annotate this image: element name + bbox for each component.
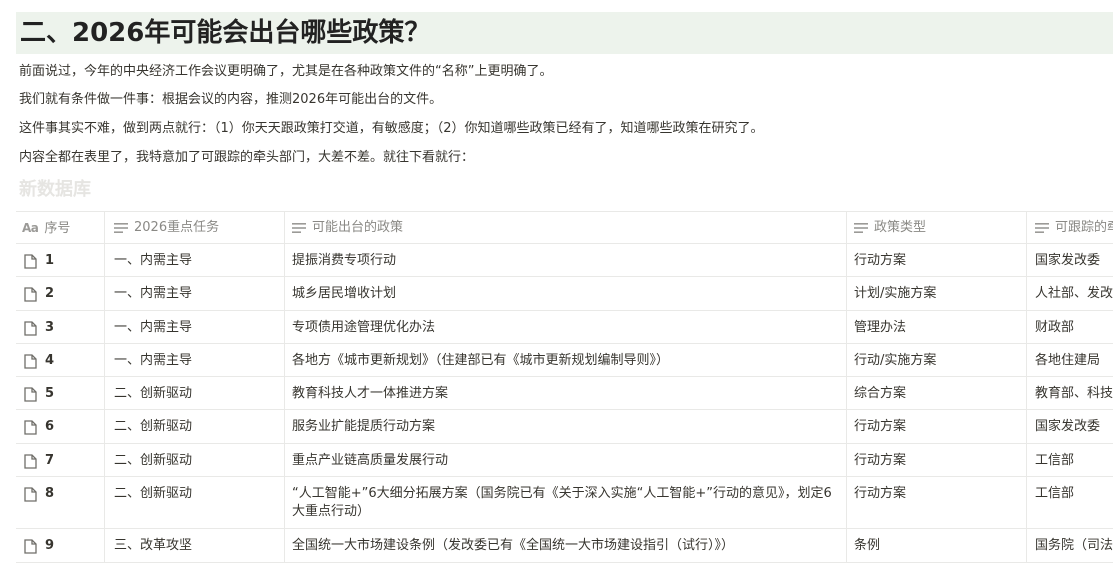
cell-policy[interactable]: 专项债用途管理优化办法 [285, 311, 847, 343]
text-property-icon [292, 222, 306, 233]
cell-type[interactable]: 综合方案 [847, 377, 1027, 409]
column-header-dept[interactable]: 可跟踪的牵头部门 [1027, 212, 1113, 243]
cell-task[interactable]: 三、改革攻坚 [105, 529, 285, 562]
cell-dept[interactable]: 工信部 [1027, 444, 1113, 476]
cell-num[interactable]: 3 [16, 311, 105, 343]
cell-dept[interactable]: 国家发改委 [1027, 410, 1113, 443]
column-header-type[interactable]: 政策类型 [847, 212, 1027, 243]
title-property-icon: Aa [22, 221, 39, 235]
database-title[interactable]: 新数据库 [19, 178, 91, 202]
cell-num[interactable]: 7 [16, 444, 105, 476]
cell-policy[interactable]: 重点产业链高质量发展行动 [285, 444, 847, 476]
cell-policy[interactable]: 全国统一大市场建设条例（发改委已有《全国统一大市场建设指引（试行）》） [285, 529, 847, 562]
table-row[interactable]: 3 一、内需主导 专项债用途管理优化办法 管理办法 财政部 [16, 311, 1113, 344]
cell-task[interactable]: 一、内需主导 [105, 277, 285, 310]
text-property-icon [114, 222, 128, 233]
column-header-policy[interactable]: 可能出台的政策 [285, 212, 847, 243]
table-header-row: Aa 序号 2026重点任务 可能出台的政策 政策类型 可跟踪的牵头部门 [16, 211, 1113, 244]
column-header-num[interactable]: Aa 序号 [16, 212, 105, 243]
page-icon [24, 386, 37, 402]
cell-policy[interactable]: 服务业扩能提质行动方案 [285, 410, 847, 443]
column-header-label: 政策类型 [874, 220, 927, 235]
table-row[interactable]: 6 二、创新驱动 服务业扩能提质行动方案 行动方案 国家发改委 [16, 410, 1113, 444]
row-number: 9 [45, 538, 55, 553]
table-row[interactable]: 7 二、创新驱动 重点产业链高质量发展行动 行动方案 工信部 [16, 444, 1113, 477]
cell-type[interactable]: 计划/实施方案 [847, 277, 1027, 310]
table-row[interactable]: 8 二、创新驱动 “人工智能+”6大细分拓展方案（国务院已有《关于深入实施“人工… [16, 477, 1113, 529]
cell-task[interactable]: 二、创新驱动 [105, 477, 285, 528]
cell-type[interactable]: 管理办法 [847, 311, 1027, 343]
cell-num[interactable]: 8 [16, 477, 105, 528]
page-icon [24, 538, 37, 554]
cell-type[interactable]: 条例 [847, 529, 1027, 562]
cell-num[interactable]: 2 [16, 277, 105, 310]
column-header-label: 可能出台的政策 [312, 220, 404, 235]
page-icon [24, 353, 37, 369]
cell-num[interactable]: 5 [16, 377, 105, 409]
cell-task[interactable]: 一、内需主导 [105, 311, 285, 343]
cell-policy[interactable]: 教育科技人才一体推进方案 [285, 377, 847, 409]
column-header-label: 2026重点任务 [134, 220, 220, 235]
cell-dept[interactable]: 工信部 [1027, 477, 1113, 528]
page-icon [24, 419, 37, 435]
cell-policy[interactable]: “人工智能+”6大细分拓展方案（国务院已有《关于深入实施“人工智能+”行动的意见… [285, 477, 847, 528]
cell-num[interactable]: 9 [16, 529, 105, 562]
row-number: 5 [45, 386, 55, 401]
cell-type[interactable]: 行动/实施方案 [847, 344, 1027, 376]
cell-dept[interactable]: 人社部、发改委 [1027, 277, 1113, 310]
cell-task[interactable]: 二、创新驱动 [105, 410, 285, 443]
row-number: 3 [45, 320, 55, 335]
page-icon [24, 453, 37, 469]
cell-policy[interactable]: 各地方《城市更新规划》（住建部已有《城市更新规划编制导则》） [285, 344, 847, 376]
cell-task[interactable]: 二、创新驱动 [105, 377, 285, 409]
cell-num[interactable]: 6 [16, 410, 105, 443]
table-row[interactable]: 4 一、内需主导 各地方《城市更新规划》（住建部已有《城市更新规划编制导则》） … [16, 344, 1113, 377]
row-number: 6 [45, 419, 55, 434]
cell-type[interactable]: 行动方案 [847, 244, 1027, 276]
paragraph-4: 内容全都在表里了，我特意加了可跟踪的牵头部门，大差不差。就往下看就行： [19, 150, 475, 165]
column-header-label: 可跟踪的牵头部门 [1055, 220, 1113, 235]
cell-dept[interactable]: 财政部 [1027, 311, 1113, 343]
cell-task[interactable]: 一、内需主导 [105, 344, 285, 376]
table-row[interactable]: 1 一、内需主导 提振消费专项行动 行动方案 国家发改委 [16, 244, 1113, 277]
cell-num[interactable]: 4 [16, 344, 105, 376]
cell-policy[interactable]: 提振消费专项行动 [285, 244, 847, 276]
paragraph-2: 我们就有条件做一件事：根据会议的内容，推测2026年可能出台的文件。 [19, 92, 443, 107]
page-icon [24, 486, 37, 502]
section-heading: 二、2026年可能会出台哪些政策？ [16, 12, 1113, 54]
cell-type[interactable]: 行动方案 [847, 410, 1027, 443]
cell-dept[interactable]: 国家发改委 [1027, 244, 1113, 276]
paragraph-3: 这件事其实不难，做到两点就行：（1）你天天跟政策打交道，有敏感度；（2）你知道哪… [19, 121, 764, 136]
column-header-task[interactable]: 2026重点任务 [105, 212, 285, 243]
cell-policy[interactable]: 城乡居民增收计划 [285, 277, 847, 310]
page-icon [24, 253, 37, 269]
table-row[interactable]: 2 一、内需主导 城乡居民增收计划 计划/实施方案 人社部、发改委 [16, 277, 1113, 311]
text-property-icon [854, 222, 868, 233]
row-number: 2 [45, 286, 55, 301]
row-number: 1 [45, 253, 55, 268]
cell-type[interactable]: 行动方案 [847, 477, 1027, 528]
cell-num[interactable]: 1 [16, 244, 105, 276]
cell-dept[interactable]: 国务院（司法部） [1027, 529, 1113, 562]
cell-task[interactable]: 二、创新驱动 [105, 444, 285, 476]
row-number: 8 [45, 486, 55, 501]
column-header-label: 序号 [44, 221, 71, 236]
text-property-icon [1035, 222, 1049, 233]
cell-dept[interactable]: 教育部、科技部 [1027, 377, 1113, 409]
cell-type[interactable]: 行动方案 [847, 444, 1027, 476]
table-row[interactable]: 5 二、创新驱动 教育科技人才一体推进方案 综合方案 教育部、科技部 [16, 377, 1113, 410]
row-number: 4 [45, 353, 55, 368]
page-icon [24, 286, 37, 302]
table-row[interactable]: 9 三、改革攻坚 全国统一大市场建设条例（发改委已有《全国统一大市场建设指引（试… [16, 529, 1113, 563]
cell-dept[interactable]: 各地住建局 [1027, 344, 1113, 376]
row-number: 7 [45, 453, 55, 468]
page-icon [24, 320, 37, 336]
paragraph-1: 前面说过，今年的中央经济工作会议更明确了，尤其是在各种政策文件的“名称”上更明确… [19, 64, 553, 79]
cell-task[interactable]: 一、内需主导 [105, 244, 285, 276]
database-table: Aa 序号 2026重点任务 可能出台的政策 政策类型 可跟踪的牵头部门 1 一、… [16, 211, 1113, 563]
